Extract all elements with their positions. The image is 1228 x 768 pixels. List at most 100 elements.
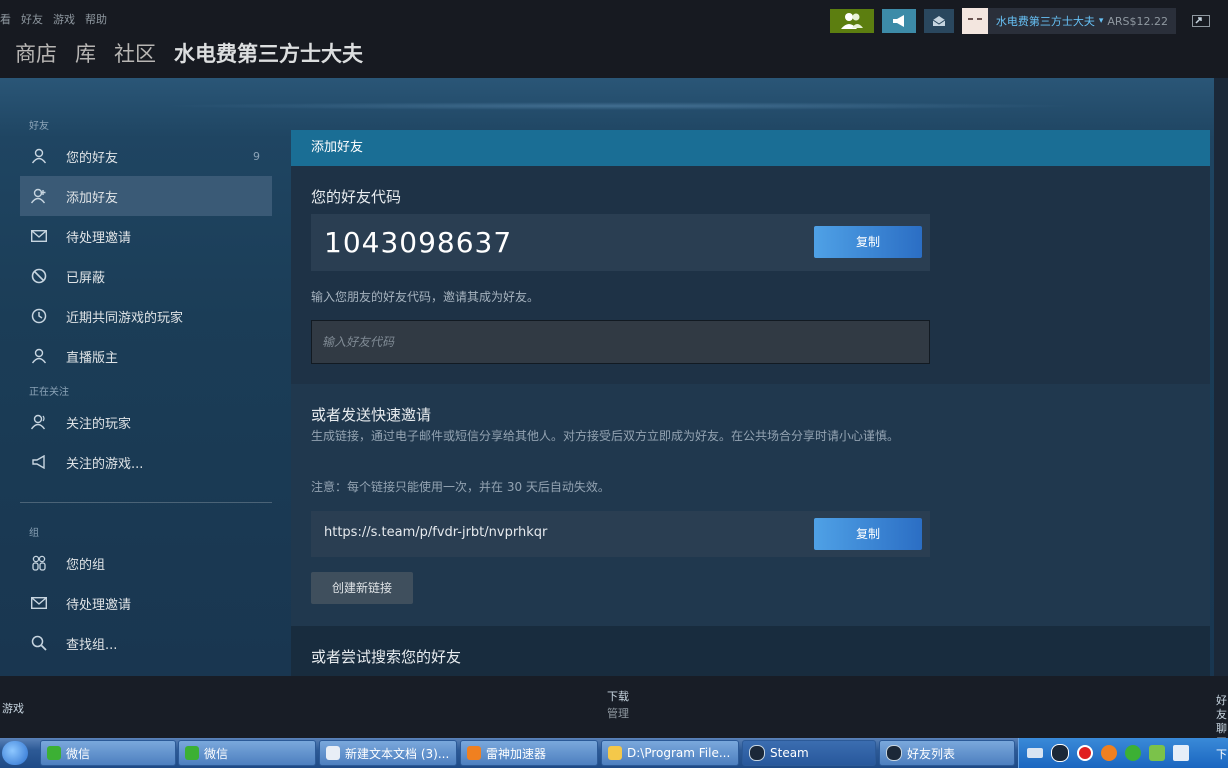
sidebar-item-label: 关注的游戏... [66,456,144,472]
menu-help[interactable]: 帮助 [85,11,107,27]
friend-code-box: 1043098637 复制 [311,214,930,271]
account-controls: 水电费第三方士大夫 ▾ ARS$12.22 [829,8,1228,34]
windows-taskbar: 微信 微信 新建文本文档 (3)... 雷神加速器 D:\Program Fil… [0,738,1228,768]
sidebar-item-broadcast-moderators[interactable]: 直播版主 [20,336,272,376]
taskbar-item-label: 雷神加速器 [486,746,547,761]
account-menu[interactable]: 水电费第三方士大夫 ▾ ARS$12.22 [961,8,1176,34]
scrollbar-track[interactable] [1214,78,1228,676]
person-follow-icon [30,413,48,431]
friend-code-heading: 您的好友代码 [311,188,402,206]
taskbar-item-steam[interactable]: Steam [742,740,876,766]
sidebar-item-label: 添加好友 [66,190,119,206]
friends-button[interactable] [829,9,874,33]
taskbar-item-label: D:\Program File... [627,746,731,760]
sidebar-header-friends: 好友 [29,121,49,132]
copy-link-button[interactable]: 复制 [814,518,922,550]
sidebar-item-label: 已屏蔽 [66,270,106,286]
taskbar-item-label: 微信 [204,746,229,761]
envelope-icon [30,594,48,612]
sidebar-item-group-invites[interactable]: 待处理邀请 [20,583,272,623]
leishen-accelerator-icon [467,746,481,760]
record-icon[interactable] [1077,745,1093,761]
sidebar-item-your-friends[interactable]: 您的好友 9 [20,136,272,176]
notepad-icon [326,746,340,760]
create-new-link-button[interactable]: 创建新链接 [311,572,413,604]
add-game-button[interactable]: 游戏 [2,700,24,716]
keyboard-icon[interactable] [1027,748,1043,758]
sidebar-header-following: 正在关注 [29,387,69,398]
avatar[interactable] [961,8,988,34]
sidebar-item-label: 您的组 [66,557,106,573]
sidebar-item-find-groups[interactable]: 查找组... [20,623,272,663]
sidebar-item-label: 您的好友 [66,150,119,166]
quick-invite-section: 或者发送快速邀请 生成链接，通过电子邮件或短信分享给其他人。对方接受后双方立即成… [291,384,1210,626]
sidebar-header-groups: 组 [29,528,39,539]
folder-icon [608,746,622,760]
add-friend-panel: 添加好友 您的好友代码 1043098637 复制 输入您朋友的好友代码，邀请其… [291,130,1210,676]
blocked-icon [30,267,48,285]
copy-code-button[interactable]: 复制 [814,226,922,258]
sidebar-item-label: 直播版主 [66,350,119,366]
taskbar-item-label: 微信 [66,746,91,761]
search-icon [30,634,48,652]
wechat-tray-icon[interactable] [1125,745,1141,761]
add-person-icon [30,187,48,205]
friend-code-input[interactable] [311,320,930,364]
menu-games[interactable]: 游戏 [53,11,75,27]
menu-friends[interactable]: 好友 [21,11,43,27]
quick-invite-description: 生成链接，通过电子邮件或短信分享给其他人。对方接受后双方立即成为好友。在公共场合… [311,429,900,443]
leishen-tray-icon[interactable] [1101,745,1117,761]
sidebar-item-blocked[interactable]: 已屏蔽 [20,256,272,296]
taskbar-clock[interactable]: 下 [1216,746,1227,762]
wallet-balance: ARS$12.22 [1107,14,1168,28]
quick-invite-note: 注意：每个链接只能使用一次，并在 30 天后自动失效。 [311,480,610,494]
sidebar-item-add-friend[interactable]: 添加好友 [20,176,272,216]
sidebar: 好友 您的好友 9 添加好友 待处理邀请 已屏蔽 近期共同游戏的玩家 直播版主 … [20,118,272,663]
chevron-down-icon: ▾ [1098,16,1104,26]
panel-title: 添加好友 [291,130,1210,166]
nav-store[interactable]: 商店 [15,38,57,68]
security-icon[interactable] [1149,745,1165,761]
steam-icon [749,745,765,761]
sidebar-item-followed-games[interactable]: 关注的游戏... [20,442,272,482]
group-icon [30,554,48,572]
sidebar-item-label: 待处理邀请 [66,597,132,613]
quick-invite-heading: 或者发送快速邀请 [311,406,432,424]
taskbar-item-explorer[interactable]: D:\Program File... [601,740,739,766]
taskbar-item-notepad[interactable]: 新建文本文档 (3)... [319,740,457,766]
taskbar-item-wechat-2[interactable]: 微信 [178,740,316,766]
envelope-icon [932,16,946,26]
start-button[interactable] [2,741,28,765]
menu-view[interactable]: 看 [0,11,11,27]
sidebar-item-recently-played[interactable]: 近期共同游戏的玩家 [20,296,272,336]
sidebar-item-pending-invites[interactable]: 待处理邀请 [20,216,272,256]
megaphone-icon [892,15,904,27]
downloads-manage-label: 管理 [607,707,629,720]
inbox-button[interactable] [923,9,954,33]
nav-username[interactable]: 水电费第三方士大夫 [174,38,363,68]
friends-page: 好友 您的好友 9 添加好友 待处理邀请 已屏蔽 近期共同游戏的玩家 直播版主 … [0,78,1228,676]
system-tray: 下 [1018,738,1228,768]
big-picture-button[interactable] [1190,9,1212,33]
nav-community[interactable]: 社区 [114,38,156,68]
sidebar-item-your-groups[interactable]: 您的组 [20,543,272,583]
steam-icon [886,745,902,761]
enter-code-hint: 输入您朋友的好友代码，邀请其成为好友。 [311,290,540,304]
taskbar-item-friends-list[interactable]: 好友列表 [879,740,1015,766]
search-friends-heading: 或者尝试搜索您的好友 [311,648,462,666]
sidebar-item-followed-players[interactable]: 关注的玩家 [20,402,272,442]
invite-link-box: https://s.team/p/fvdr-jrbt/nvprhkqr 复制 [311,511,930,557]
sidebar-item-label: 近期共同游戏的玩家 [66,310,184,326]
sidebar-divider [20,502,272,503]
nav-library[interactable]: 库 [75,38,96,68]
taskbar-item-leishen[interactable]: 雷神加速器 [460,740,598,766]
network-icon[interactable] [1173,745,1189,761]
taskbar-item-wechat[interactable]: 微信 [40,740,176,766]
downloads-label: 下载 [607,690,629,703]
steam-tray-icon[interactable] [1051,744,1069,762]
downloads-button[interactable]: 下载 管理 [607,688,629,721]
announcements-button[interactable] [881,9,916,33]
wechat-icon [185,746,199,760]
invite-link-value[interactable]: https://s.team/p/fvdr-jrbt/nvprhkqr [324,525,547,540]
menu-bar: 看 好友 游戏 帮助 [0,11,107,27]
